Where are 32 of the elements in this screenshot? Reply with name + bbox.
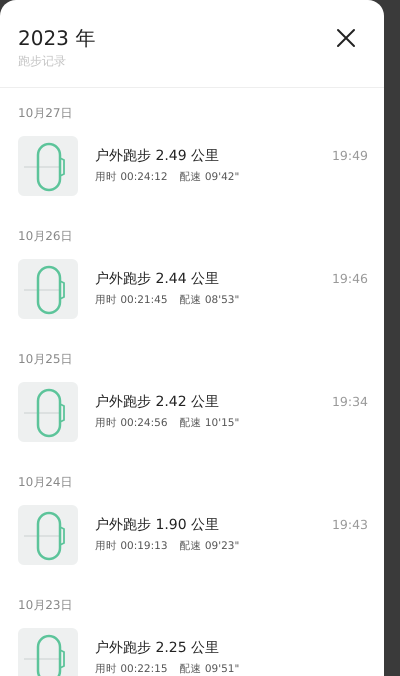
date-label: 10月25日 bbox=[18, 351, 74, 368]
duration-text: 用时 00:24:56 bbox=[95, 416, 168, 430]
route-drawing[interactable] bbox=[18, 259, 78, 319]
record-time: 19:43 bbox=[332, 516, 368, 532]
duration-text: 用时 00:21:45 bbox=[95, 293, 168, 307]
record-time: 19:46 bbox=[332, 270, 368, 286]
sheet-subtitle: 跑步记录 bbox=[18, 53, 67, 70]
date-label: 10月23日 bbox=[18, 597, 74, 614]
record-title: 户外跑步 2.49 公里 bbox=[95, 147, 220, 166]
route-drawing[interactable] bbox=[18, 382, 78, 442]
route-drawing[interactable] bbox=[18, 136, 78, 196]
date-label: 10月24日 bbox=[18, 474, 74, 491]
pace-text: 配速 09'23" bbox=[180, 539, 240, 553]
date-label: 10月27日 bbox=[18, 105, 74, 122]
record-time: 19:34 bbox=[332, 393, 368, 409]
duration-text: 用时 00:19:13 bbox=[95, 539, 168, 553]
record-time: 19:49 bbox=[332, 147, 368, 163]
pace-text: 配速 08'53" bbox=[180, 293, 240, 307]
pace-text: 配速 10'15" bbox=[180, 416, 240, 430]
date-label: 10月26日 bbox=[18, 228, 74, 245]
duration-text: 用时 00:22:15 bbox=[95, 662, 168, 676]
record-title: 户外跑步 2.44 公里 bbox=[95, 270, 220, 289]
duration-text: 用时 00:24:12 bbox=[95, 170, 168, 184]
close-icon[interactable] bbox=[336, 28, 356, 48]
pace-text: 配速 09'42" bbox=[180, 170, 240, 184]
route-drawing[interactable] bbox=[18, 628, 78, 676]
sheet-title: 2023 年 bbox=[18, 26, 96, 50]
record-title: 户外跑步 1.90 公里 bbox=[95, 516, 220, 535]
route-drawing[interactable] bbox=[18, 505, 78, 565]
pace-text: 配速 09'51" bbox=[180, 662, 240, 676]
record-title: 户外跑步 2.42 公里 bbox=[95, 393, 220, 412]
record-title: 户外跑步 2.25 公里 bbox=[95, 639, 220, 658]
